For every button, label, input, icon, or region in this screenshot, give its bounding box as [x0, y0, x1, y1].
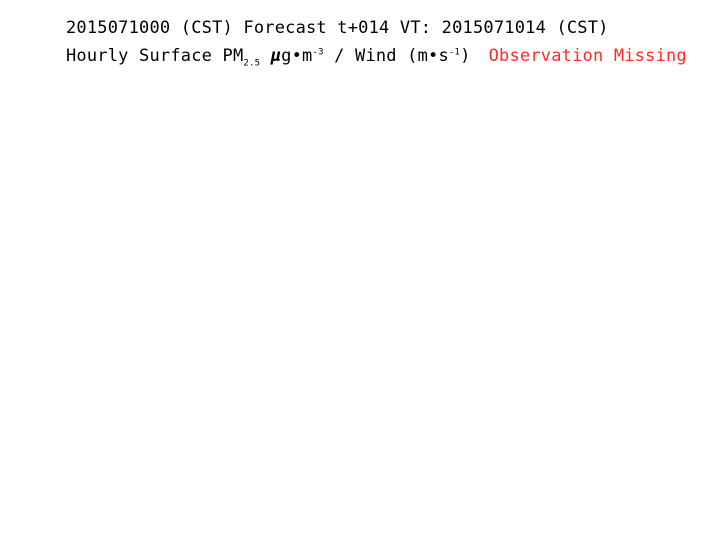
- unit-exponent: -3: [312, 47, 324, 58]
- forecast-title: 2015071000 (CST) Forecast t+014 VT: 2015…: [66, 18, 609, 38]
- plot-canvas: 2015071000 (CST) Forecast t+014 VT: 2015…: [0, 0, 720, 560]
- mu-symbol: μ: [270, 46, 282, 66]
- variable-prefix: Hourly Surface PM: [66, 46, 244, 66]
- observation-missing-status: Observation Missing: [488, 46, 687, 66]
- plot-header: 2015071000 (CST) Forecast t+014 VT: 2015…: [66, 14, 706, 70]
- variable-title: Hourly Surface PM2.5 μg•m-3 / Wind (m•s-…: [66, 42, 706, 70]
- wind-label: / Wind (m•s: [323, 46, 449, 66]
- unit-g-m: g•m: [281, 46, 313, 66]
- wind-close: ): [460, 46, 471, 66]
- wind-exponent: -1: [448, 47, 461, 58]
- pm-subscript: 2.5: [243, 58, 261, 69]
